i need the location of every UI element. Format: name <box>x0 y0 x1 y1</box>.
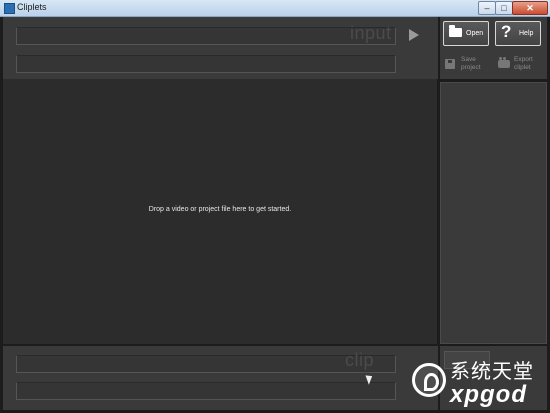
clip-section-label: clip <box>345 350 375 370</box>
app-window: Cliplets – □ ✕ input Drop a video or pro… <box>0 0 550 413</box>
watermark-logo: 系统天堂 xpgod <box>412 355 550 413</box>
save-disk-icon <box>445 59 455 69</box>
open-button[interactable]: Open <box>443 21 489 46</box>
open-label: Open <box>466 30 484 37</box>
maximize-button[interactable]: □ <box>495 1 513 15</box>
folder-icon <box>449 25 462 37</box>
toolbar-panel: Open ? Help Save project Export cliplet <box>440 17 547 79</box>
input-panel: input <box>3 17 438 79</box>
minimize-button[interactable]: – <box>478 1 496 15</box>
input-section-label: input <box>350 23 392 43</box>
title-bar[interactable]: Cliplets – □ ✕ <box>0 0 550 17</box>
video-drop-area[interactable]: Drop a video or project file here to get… <box>3 79 437 344</box>
export-label: Export cliplet <box>514 56 533 71</box>
play-icon[interactable] <box>409 29 419 41</box>
help-label: Help <box>519 30 534 37</box>
watermark-circle-icon <box>412 363 446 397</box>
watermark-en-text: xpgod <box>450 381 527 408</box>
drop-instructions: Drop a video or project file here to get… <box>148 206 292 213</box>
help-button[interactable]: ? Help <box>495 21 541 46</box>
app-icon <box>4 3 15 14</box>
save-project-button[interactable]: Save project <box>442 53 492 77</box>
watermark-cn-text: 系统天堂 <box>450 359 534 383</box>
export-cliplet-button[interactable]: Export cliplet <box>495 53 545 77</box>
layers-panel <box>440 82 547 344</box>
clip-secondary-field[interactable] <box>16 382 396 400</box>
question-icon: ? <box>501 22 512 41</box>
close-button[interactable]: ✕ <box>512 1 548 15</box>
clip-timeline-field[interactable] <box>16 355 396 373</box>
save-label: Save project <box>461 56 481 71</box>
input-video-field[interactable] <box>16 27 396 45</box>
input-secondary-field[interactable] <box>16 55 396 73</box>
window-title: Cliplets <box>17 2 47 12</box>
camera-icon <box>498 57 510 68</box>
